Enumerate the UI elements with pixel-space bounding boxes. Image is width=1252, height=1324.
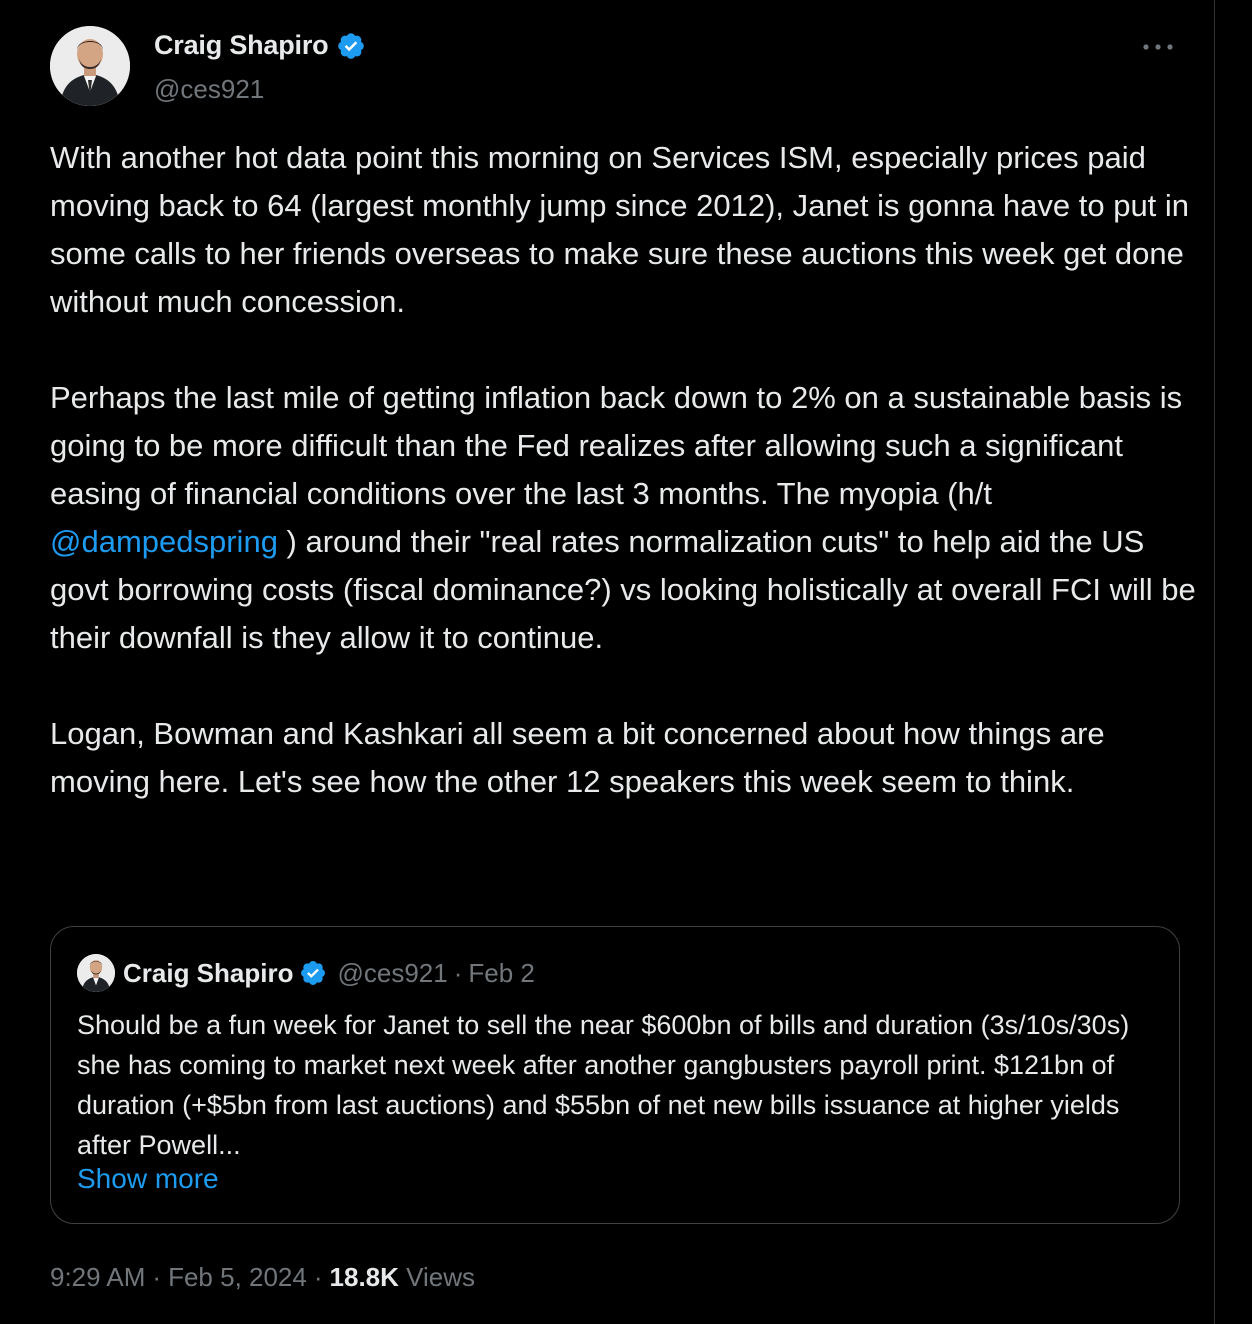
meta-separator: ·: [152, 1262, 162, 1292]
quoted-author-display-name: Craig Shapiro: [123, 957, 294, 988]
more-horizontal-icon: [1143, 44, 1173, 50]
column-divider: [1214, 0, 1215, 1324]
tweet-date[interactable]: Feb 5, 2024: [168, 1262, 307, 1292]
author-name-row: Craig Shapiro: [154, 30, 366, 61]
meta-separator: ·: [313, 1262, 323, 1292]
avatar-photo: [50, 26, 130, 106]
quoted-tweet-card[interactable]: Craig Shapiro @ces921 · Feb 2 Should be a …: [50, 926, 1180, 1224]
more-options-button[interactable]: [1136, 32, 1180, 62]
views-count[interactable]: 18.8K: [330, 1262, 399, 1292]
verified-badge-icon: [299, 959, 337, 987]
tweet-time[interactable]: 9:29 AM: [50, 1262, 145, 1292]
tweet-paragraph: Logan, Bowman and Kashkari all seem a bi…: [50, 716, 1105, 799]
author-avatar[interactable]: [50, 26, 130, 106]
tweet-metadata: 9:29 AM · Feb 5, 2024 · 18.8K Views: [50, 1262, 475, 1293]
show-more-link[interactable]: Show more: [77, 1163, 219, 1195]
tweet-header: Craig Shapiro @ces921: [50, 26, 1190, 108]
quoted-tweet-header: Craig Shapiro @ces921 · Feb 2: [77, 953, 535, 993]
mention-link[interactable]: @dampedspring: [50, 524, 278, 559]
views-label: Views: [406, 1262, 476, 1292]
tweet-text: With another hot data point this morning…: [50, 134, 1200, 806]
tweet-text-segment: Perhaps the last mile of getting inflati…: [50, 380, 1183, 511]
quoted-author-avatar: [77, 954, 115, 992]
tweet-paragraph: Perhaps the last mile of getting inflati…: [50, 374, 1200, 662]
quoted-tweet-text: Should be a fun week for Janet to sell t…: [77, 1010, 1130, 1160]
avatar-photo: [77, 954, 115, 992]
quoted-author-handle: @ces921: [337, 957, 448, 988]
quoted-tweet-date: Feb 2: [468, 957, 535, 988]
author-display-name[interactable]: Craig Shapiro: [154, 30, 329, 61]
meta-separator: ·: [453, 957, 463, 988]
author-handle[interactable]: @ces921: [154, 74, 264, 105]
verified-badge-icon: [336, 31, 366, 61]
quoted-tweet-meta: @ces921 · Feb 2: [337, 958, 534, 989]
tweet-paragraph: With another hot data point this morning…: [50, 140, 1190, 319]
